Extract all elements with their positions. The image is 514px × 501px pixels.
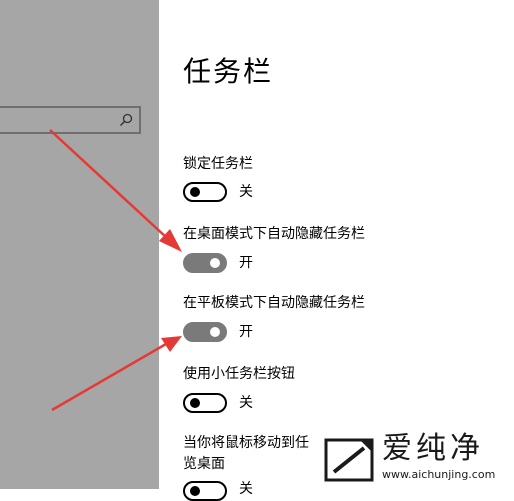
auto-hide-desktop-toggle[interactable] (183, 253, 227, 273)
auto-hide-desktop-state: 开 (239, 255, 253, 271)
small-buttons-state: 关 (239, 395, 253, 411)
watermark-text: 爱纯净 (382, 431, 484, 466)
toggle-knob (210, 327, 220, 337)
toggle-knob (190, 398, 200, 408)
toggle-knob (210, 258, 220, 268)
peek-desktop-toggle[interactable] (183, 481, 227, 501)
auto-hide-tablet-toggle[interactable] (183, 322, 227, 342)
page-title: 任务栏 (183, 55, 274, 88)
toggle-knob (190, 486, 200, 496)
toggle-knob (190, 187, 200, 197)
taskbar-settings-panel: 任务栏 锁定任务栏 关 在桌面模式下自动隐藏任务栏 开 在平板模式下自动隐藏任务… (159, 0, 514, 501)
search-icon[interactable] (119, 113, 133, 127)
small-buttons-label: 使用小任务栏按钮 (183, 366, 295, 382)
watermark-logo-icon (324, 438, 374, 482)
settings-sidebar (0, 0, 159, 489)
peek-desktop-label-line2: 览桌面 (183, 456, 225, 472)
auto-hide-tablet-label: 在平板模式下自动隐藏任务栏 (183, 295, 365, 311)
lock-taskbar-state: 关 (239, 184, 253, 200)
auto-hide-desktop-label: 在桌面模式下自动隐藏任务栏 (183, 226, 365, 242)
peek-desktop-state: 关 (239, 481, 253, 497)
lock-taskbar-toggle[interactable] (183, 182, 227, 202)
lock-taskbar-label: 锁定任务栏 (183, 156, 253, 172)
peek-desktop-label-line1: 当你将鼠标移动到任 (183, 435, 309, 451)
watermark: 爱纯净 www.aichunjing.com (318, 430, 514, 489)
small-buttons-toggle[interactable] (183, 393, 227, 413)
search-input[interactable] (0, 106, 141, 134)
watermark-url: www.aichunjing.com (382, 468, 496, 481)
auto-hide-tablet-state: 开 (239, 324, 253, 340)
